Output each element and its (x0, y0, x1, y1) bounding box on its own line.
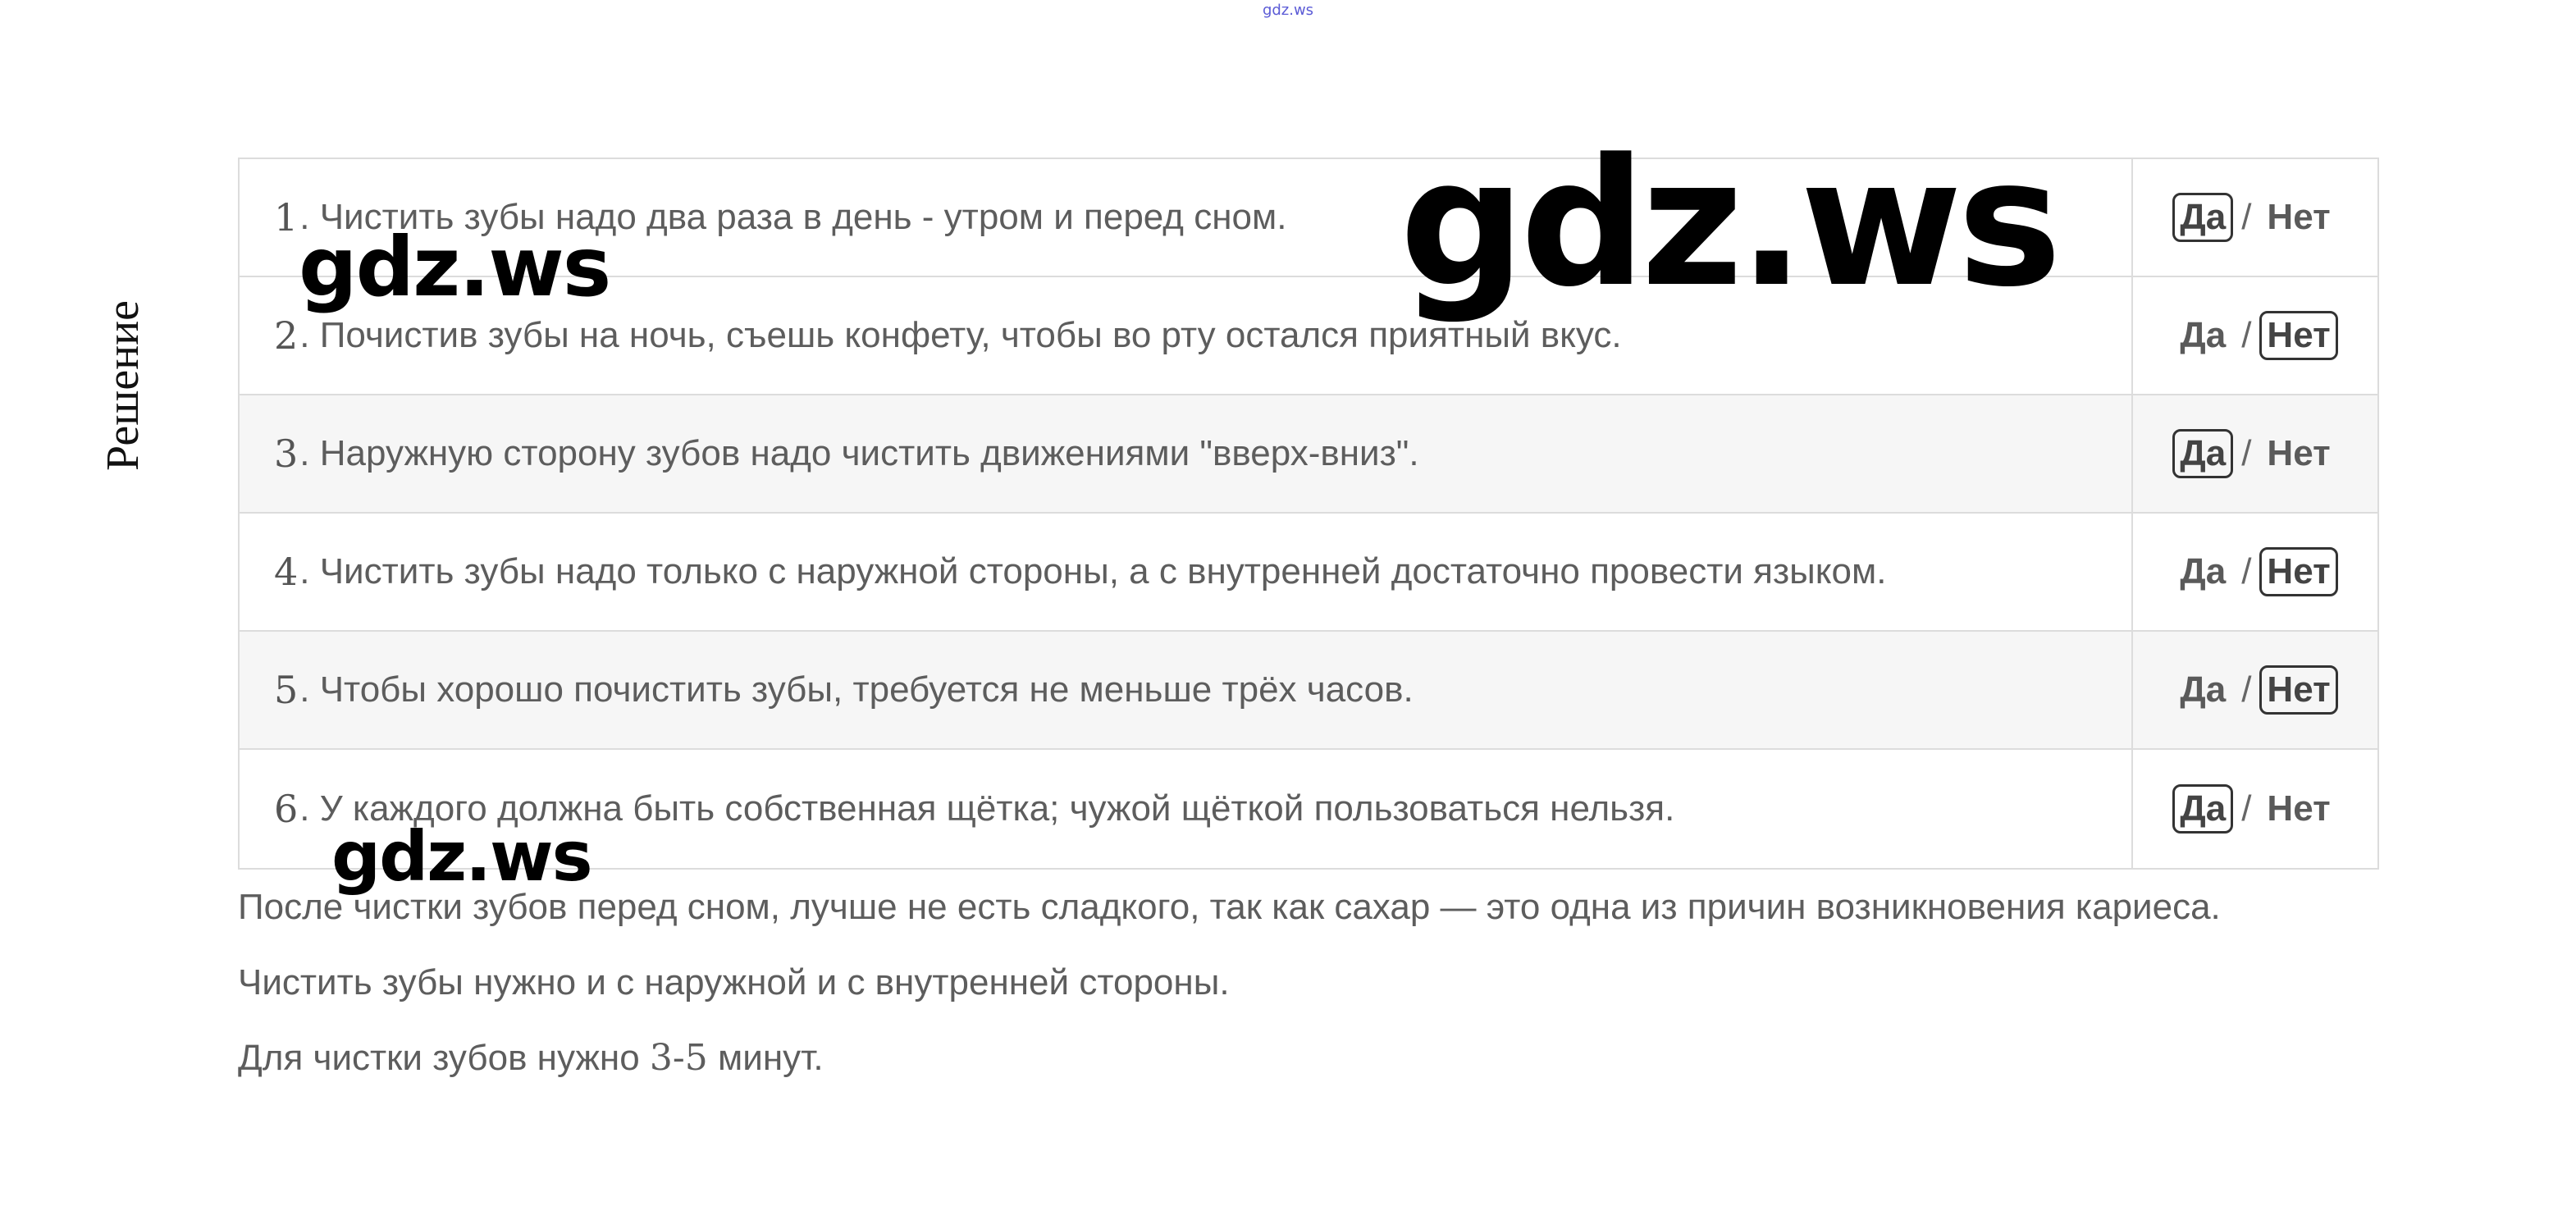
question-number: 4 (274, 550, 299, 594)
question-number: 5 (274, 668, 299, 712)
question-number: 1 (274, 195, 299, 240)
answer-separator: / (2241, 788, 2252, 829)
side-label: Решение (98, 299, 148, 472)
solution-notes: После чистки зубов перед сном, лучше не … (238, 879, 2221, 1106)
question-text: . Чистить зубы надо только с наружной ст… (299, 551, 1887, 591)
answer-yes-option[interactable]: Да (2172, 784, 2234, 834)
answer-separator: / (2241, 669, 2252, 710)
note-text: минут. (707, 1038, 824, 1078)
answer-yes-option[interactable]: Да (2172, 311, 2233, 360)
answer-yes-option[interactable]: Да (2172, 429, 2234, 478)
question-number: 3 (274, 432, 299, 476)
answer-separator: / (2241, 551, 2252, 591)
question-cell: 3 . Наружную сторону зубов надо чистить … (240, 395, 2133, 512)
answer-no-option[interactable]: Нет (2259, 311, 2338, 360)
answer-no-option[interactable]: Нет (2259, 784, 2337, 834)
table-row: 4 . Чистить зубы надо только с наружной … (240, 514, 2377, 632)
note-number: 3-5 (649, 1037, 708, 1079)
answer-cell: Да / Нет (2133, 159, 2377, 276)
question-text: . Наружную сторону зубов надо чистить дв… (299, 433, 1419, 473)
question-number: 6 (274, 787, 299, 831)
watermark-large: gdz.ws (1400, 121, 2062, 326)
answer-no-option[interactable]: Нет (2259, 193, 2337, 242)
note-line: Для чистки зубов нужно 3-5 минут. (238, 1030, 2221, 1106)
answer-separator: / (2241, 315, 2252, 355)
answer-cell: Да / Нет (2133, 632, 2377, 748)
note-text: Для чистки зубов нужно (238, 1038, 650, 1078)
question-cell: 4 . Чистить зубы надо только с наружной … (240, 514, 2133, 630)
header-mark: gdz.ws (1262, 2, 1314, 19)
watermark-small: gdz.ws (299, 219, 611, 315)
answer-cell: Да / Нет (2133, 277, 2377, 394)
note-line: Чистить зубы нужно и с наружной и с внут… (238, 962, 1230, 1002)
answer-no-option[interactable]: Нет (2259, 429, 2337, 478)
answer-cell: Да / Нет (2133, 514, 2377, 630)
table-row: 3 . Наружную сторону зубов надо чистить … (240, 395, 2377, 514)
answer-yes-option[interactable]: Да (2172, 665, 2233, 715)
answer-no-option[interactable]: Нет (2259, 665, 2338, 715)
answer-separator: / (2241, 197, 2252, 237)
watermark-small: gdz.ws (331, 816, 593, 897)
table-row: 5 . Чтобы хорошо почистить зубы, требует… (240, 632, 2377, 750)
answer-no-option[interactable]: Нет (2259, 547, 2338, 596)
answer-yes-option[interactable]: Да (2172, 547, 2233, 596)
answer-yes-option[interactable]: Да (2172, 193, 2234, 242)
question-text: . Чтобы хорошо почистить зубы, требуется… (299, 669, 1414, 710)
answer-cell: Да / Нет (2133, 395, 2377, 512)
question-number: 2 (274, 313, 299, 358)
answer-cell: Да / Нет (2133, 750, 2377, 868)
question-cell: 5 . Чтобы хорошо почистить зубы, требует… (240, 632, 2133, 748)
answer-separator: / (2241, 433, 2252, 473)
